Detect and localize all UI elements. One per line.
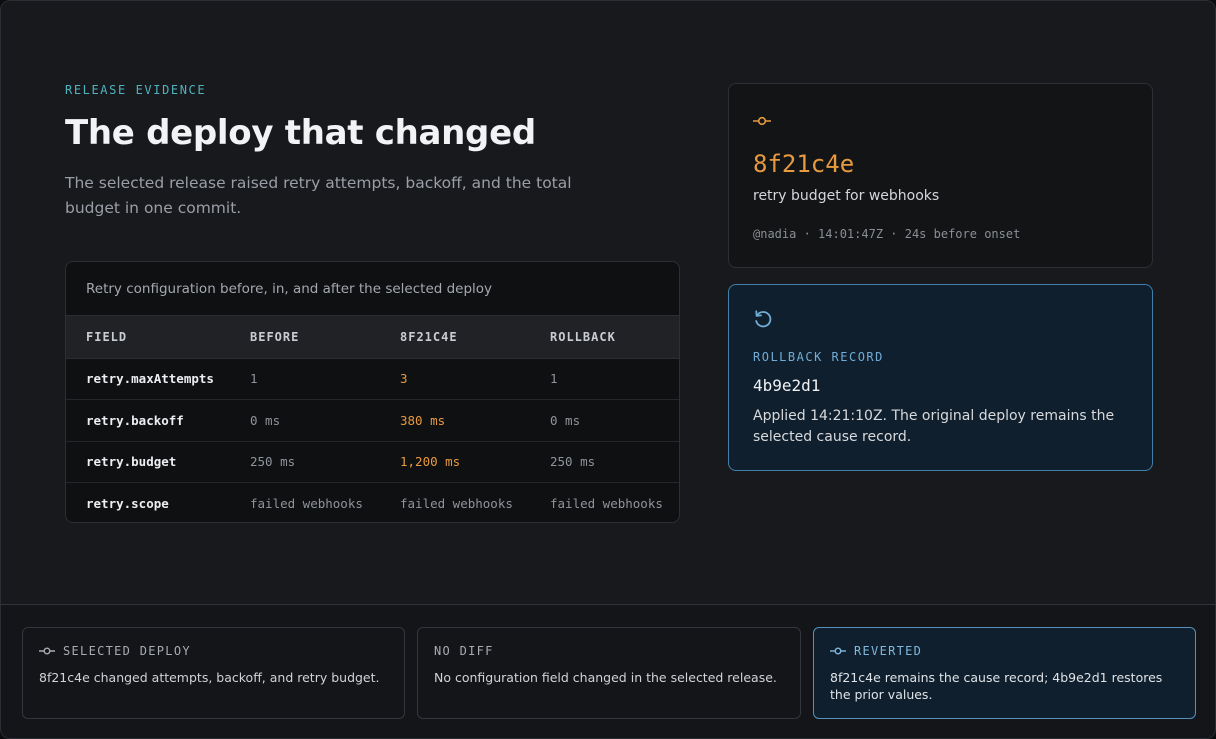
eyebrow-label: RELEASE EVIDENCE [65,83,207,97]
commit-card[interactable]: 8f21c4e retry budget for webhooks @nadia… [728,83,1153,268]
commit-hash: 8f21c4e [753,150,855,178]
summary-title-label: SELECTED DEPLOY [63,644,191,658]
summary-card-reverted[interactable]: REVERTED 8f21c4e remains the cause recor… [813,627,1196,719]
cell-before: 250 ms [230,441,380,483]
commit-icon [39,647,55,655]
cell-deploy: failed webhooks [400,496,513,511]
summary-title: SELECTED DEPLOY [39,644,191,658]
cell-rollback: failed webhooks [550,496,663,511]
column-header-rollback: ROLLBACK [530,316,679,359]
commit-message: retry budget for webhooks [753,188,940,204]
summary-title-label: NO DIFF [434,644,494,658]
column-header-deploy: 8F21C4E [380,316,530,359]
summary-text: 8f21c4e changed attempts, backoff, and r… [39,670,380,685]
cell-rollback: 1 [530,358,679,400]
rollback-label: ROLLBACK RECORD [753,350,884,364]
summary-text: No configuration field changed in the se… [434,670,777,685]
cell-deploy: 380 ms [380,399,530,442]
summary-card-no-diff[interactable]: NO DIFF No configuration field changed i… [417,627,801,719]
cell-rollback: 0 ms [530,399,679,442]
cell-field: retry.scope [86,496,169,511]
rollback-card[interactable]: ROLLBACK RECORD 4b9e2d1 Applied 14:21:10… [728,284,1153,471]
app-frame: RELEASE EVIDENCE The deploy that changed… [0,0,1216,739]
table-row: retry.backoff 0 ms 380 ms 0 ms [66,399,679,442]
summary-text: 8f21c4e remains the cause record; 4b9e2d… [830,670,1163,702]
summary-title: REVERTED [830,644,922,658]
table-row: retry.maxAttempts 1 3 1 [66,358,679,400]
summary-card-selected-deploy[interactable]: SELECTED DEPLOY 8f21c4e changed attempts… [22,627,405,719]
rollback-icon [752,308,774,334]
cell-rollback: 250 ms [530,441,679,483]
commit-meta: @nadia · 14:01:47Z · 24s before onset [753,227,1021,241]
commit-icon [830,647,846,655]
rollback-description: Applied 14:21:10Z. The original deploy r… [753,408,1115,445]
column-header-before: BEFORE [230,316,380,359]
table-caption: Retry configuration before, in, and afte… [66,262,679,316]
rollback-hash: 4b9e2d1 [753,376,821,395]
summary-title: NO DIFF [434,644,494,658]
cell-deploy: 3 [380,358,530,400]
commit-icon [753,112,771,131]
table-header-row: FIELD BEFORE 8F21C4E ROLLBACK [66,316,679,359]
cell-before: failed webhooks [250,496,363,511]
main-panel: RELEASE EVIDENCE The deploy that changed… [1,1,1215,604]
cell-field: retry.budget [66,441,230,483]
retry-config-table-card: Retry configuration before, in, and afte… [65,261,680,523]
table-row: retry.budget 250 ms 1,200 ms 250 ms [66,441,679,483]
summary-title-label: REVERTED [854,644,923,658]
retry-config-table: FIELD BEFORE 8F21C4E ROLLBACK retry.maxA… [66,316,679,523]
summary-strip: SELECTED DEPLOY 8f21c4e changed attempts… [1,604,1215,738]
column-header-field: FIELD [66,316,230,359]
cell-field: retry.maxAttempts [66,358,230,400]
page-lead: The selected release raised retry attemp… [65,174,572,217]
page-title: The deploy that changed [65,113,536,153]
cell-before: 1 [230,358,380,400]
table-row: retry.scope failed webhooks failed webho… [66,483,679,523]
cell-before: 0 ms [230,399,380,442]
cell-field: retry.backoff [66,399,230,442]
cell-deploy: 1,200 ms [380,441,530,483]
